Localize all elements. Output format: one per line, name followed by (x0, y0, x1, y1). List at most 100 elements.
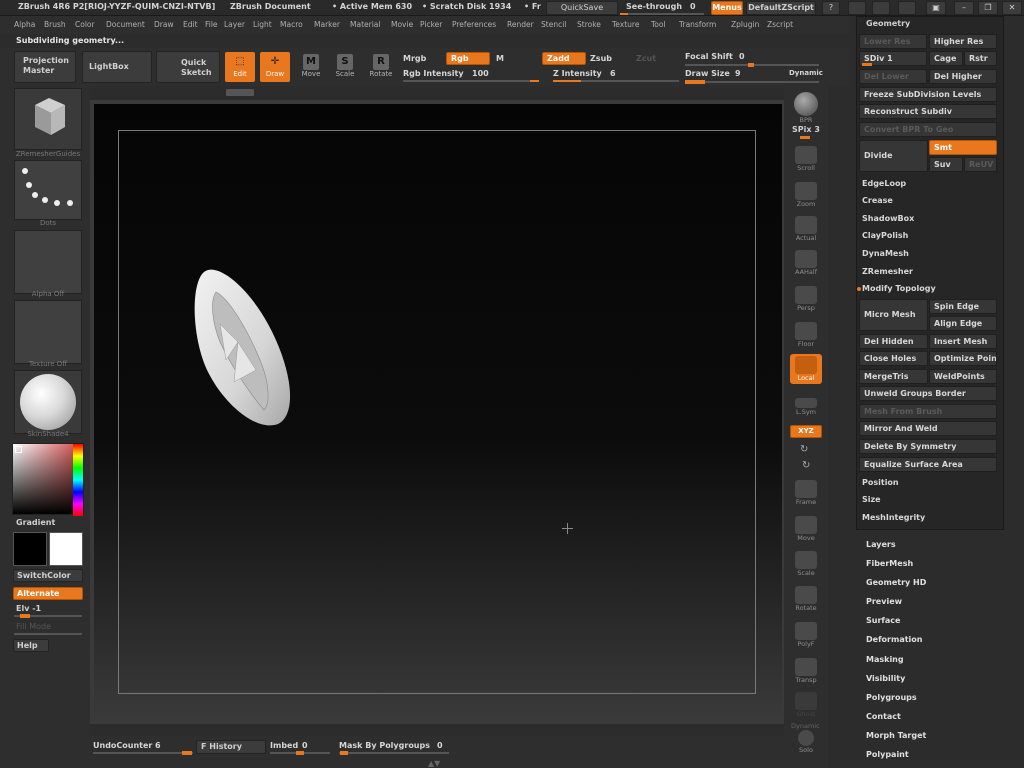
switch-color-button[interactable]: SwitchColor (13, 569, 83, 582)
frame-button[interactable]: Frame (790, 478, 822, 508)
undo-counter-slider[interactable] (93, 752, 193, 754)
zremesher-subpalette[interactable]: ZRemesher (862, 267, 913, 276)
sculpt-mesh[interactable] (186, 264, 304, 432)
visibility-subpalette[interactable]: Visibility (866, 674, 905, 683)
deformation-subpalette[interactable]: Deformation (866, 635, 922, 644)
menu-light[interactable]: Light (253, 20, 272, 29)
position-subpalette[interactable]: Position (862, 478, 899, 487)
crease-subpalette[interactable]: Crease (862, 196, 893, 205)
insert-mesh-button[interactable]: Insert Mesh (929, 334, 997, 349)
menu-edit[interactable]: Edit (183, 20, 198, 29)
edgeloop-subpalette[interactable]: EdgeLoop (862, 179, 906, 188)
menu-stencil[interactable]: Stencil (541, 20, 566, 29)
rgb-toggle[interactable]: Rgb (446, 52, 490, 65)
restore-icon[interactable]: ❐ (978, 1, 998, 15)
menu-file[interactable]: File (205, 20, 218, 29)
tray-expand-icon[interactable]: ▲▼ (428, 759, 440, 768)
secondary-color-swatch[interactable] (49, 532, 83, 566)
tool-thumbnail[interactable] (14, 88, 82, 150)
bpr-button[interactable]: BPR (790, 90, 822, 124)
color-cursor[interactable] (15, 446, 22, 453)
primary-color-swatch[interactable] (13, 532, 47, 566)
help-question-icon[interactable]: ? (822, 1, 840, 15)
draw-mode-button[interactable]: ✛ Draw (260, 52, 290, 82)
move-view-button[interactable]: Move (790, 514, 822, 544)
layout-toggle-3-icon[interactable] (898, 1, 916, 15)
draw-size-slider[interactable] (685, 81, 819, 83)
del-lower-button[interactable]: Del Lower (859, 69, 927, 84)
menu-stroke[interactable]: Stroke (577, 20, 601, 29)
menu-texture[interactable]: Texture (612, 20, 639, 29)
geometry-hd-subpalette[interactable]: Geometry HD (866, 578, 926, 587)
fibermesh-subpalette[interactable]: FiberMesh (866, 559, 913, 568)
optimize-points-button[interactable]: Optimize Poin (929, 351, 997, 366)
contact-subpalette[interactable]: Contact (866, 712, 901, 721)
menu-preferences[interactable]: Preferences (452, 20, 496, 29)
mesh-integrity-subpalette[interactable]: MeshIntegrity (862, 513, 925, 522)
claypolish-subpalette[interactable]: ClayPolish (862, 231, 908, 240)
menu-movie[interactable]: Movie (391, 20, 413, 29)
weldpoints-button[interactable]: WeldPoints (929, 369, 997, 384)
mask-polygroups-slider[interactable] (339, 752, 449, 754)
mirror-and-weld-button[interactable]: Mirror And Weld (859, 421, 997, 436)
rotate-axis-2-icon[interactable]: ↻ (802, 460, 810, 471)
morph-target-subpalette[interactable]: Morph Target (866, 731, 926, 740)
menus-button[interactable]: Menus (711, 1, 743, 15)
aahalf-button[interactable]: AAHalf (790, 248, 822, 278)
spin-edge-button[interactable]: Spin Edge (929, 299, 997, 314)
solo-button[interactable]: Solo (790, 728, 822, 758)
alpha-thumbnail[interactable] (14, 230, 82, 294)
rotate-mode-button[interactable]: R Rotate (366, 52, 396, 82)
delete-by-symmetry-button[interactable]: Delete By Symmetry (859, 439, 997, 454)
floor-button[interactable]: Floor (790, 320, 822, 350)
local-button[interactable]: Local (790, 354, 822, 384)
stroke-thumbnail[interactable] (14, 160, 82, 220)
smt-toggle[interactable]: Smt (929, 140, 997, 155)
menu-brush[interactable]: Brush (44, 20, 66, 29)
zoom-button[interactable]: Zoom (790, 180, 822, 210)
divide-button[interactable]: Divide (859, 140, 928, 172)
scale-mode-button[interactable]: S Scale (330, 52, 360, 82)
rotate-view-button[interactable]: Rotate (790, 584, 822, 614)
menu-render[interactable]: Render (507, 20, 534, 29)
reconstruct-subdiv-button[interactable]: Reconstruct Subdiv (859, 104, 997, 119)
polypaint-subpalette[interactable]: Polypaint (866, 750, 909, 759)
close-icon[interactable]: ✕ (1002, 1, 1022, 15)
texture-thumbnail[interactable] (14, 300, 82, 364)
surface-subpalette[interactable]: Surface (866, 616, 900, 625)
scale-view-button[interactable]: Scale (790, 549, 822, 579)
modify-topology-subpalette[interactable]: Modify Topology (862, 284, 936, 293)
menu-material[interactable]: Material (350, 20, 380, 29)
equalize-surface-area-button[interactable]: Equalize Surface Area (859, 457, 997, 472)
layout-toggle-2-icon[interactable] (872, 1, 890, 15)
persp-button[interactable]: Persp (790, 284, 822, 314)
menu-alpha[interactable]: Alpha (14, 20, 35, 29)
quick-sketch-button[interactable]: Quick Sketch (156, 51, 220, 83)
edit-mode-button[interactable]: ⬚ Edit (225, 52, 255, 82)
masking-subpalette[interactable]: Masking (866, 655, 904, 664)
tray-collapse-handle[interactable] (226, 89, 254, 96)
projection-master-button[interactable]: Projection Master (14, 51, 76, 83)
polyf-button[interactable]: PolyF (790, 620, 822, 650)
alternate-toggle[interactable]: Alternate (13, 587, 83, 600)
color-picker[interactable] (12, 443, 84, 516)
gradient-toggle[interactable]: Gradient (16, 518, 55, 527)
freeze-subdivision-button[interactable]: Freeze SubDivision Levels (859, 87, 997, 102)
convert-bpr-button[interactable]: Convert BPR To Geo (859, 122, 997, 137)
shadowbox-subpalette[interactable]: ShadowBox (862, 214, 914, 223)
default-zscript-button[interactable]: DefaultZScript (746, 1, 816, 15)
geometry-palette-title[interactable]: Geometry (866, 19, 910, 28)
layout-toggle-icon[interactable] (848, 1, 866, 15)
menu-draw[interactable]: Draw (154, 20, 174, 29)
higher-res-button[interactable]: Higher Res (929, 34, 997, 49)
micro-mesh-button[interactable]: Micro Mesh (859, 299, 928, 331)
menu-document[interactable]: Document (106, 20, 145, 29)
rstr-button[interactable]: Rstr (964, 51, 997, 66)
move-mode-button[interactable]: M Move (296, 52, 326, 82)
mesh-from-brush-button[interactable]: Mesh From Brush (859, 404, 997, 419)
menu-macro[interactable]: Macro (280, 20, 303, 29)
mrgb-toggle[interactable]: Mrgb (403, 54, 426, 63)
menu-layer[interactable]: Layer (224, 20, 245, 29)
zsub-toggle[interactable]: Zsub (590, 54, 612, 63)
menu-zscript[interactable]: Zscript (767, 20, 793, 29)
